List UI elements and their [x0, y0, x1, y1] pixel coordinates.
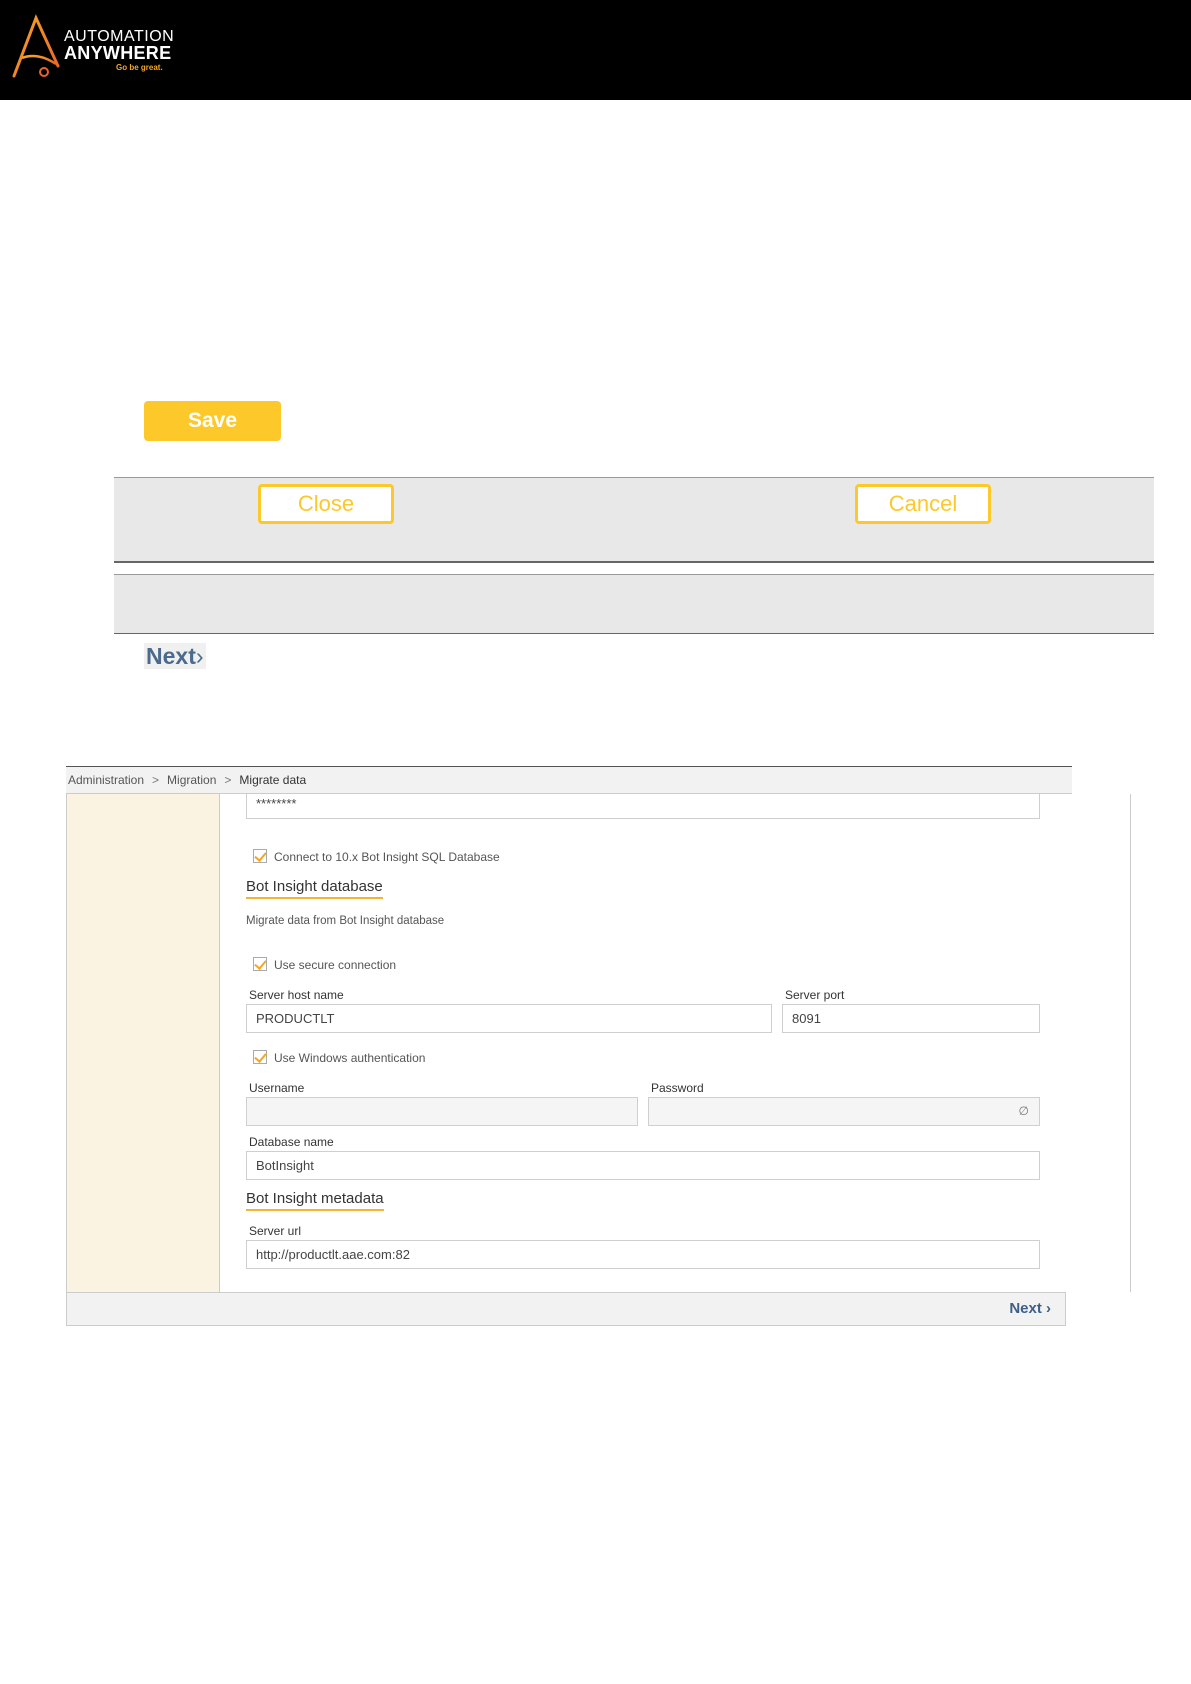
header-banner: AUTOMATION ANYWHERE Go be great. [0, 0, 1191, 100]
migrate-data-screenshot: Administration > Migration > Migrate data **… [66, 766, 1131, 1326]
chevron-right-icon: › [1046, 1300, 1051, 1317]
bot-insight-metadata-title: Bot Insight metadata [246, 1190, 384, 1211]
empty-gray-bar [114, 574, 1154, 634]
secure-connection-label: Use secure connection [274, 958, 397, 972]
secure-connection-checkbox[interactable] [253, 957, 267, 971]
footer-next-button[interactable]: Next › [1009, 1300, 1051, 1317]
breadcrumb-separator: > [224, 773, 232, 787]
windows-auth-checkbox[interactable] [253, 1050, 267, 1064]
breadcrumb: Administration > Migration > Migrate data [66, 766, 1072, 794]
brand-tagline: Go be great. [116, 63, 163, 72]
database-name-input[interactable]: BotInsight [246, 1151, 1040, 1180]
username-input[interactable] [246, 1097, 638, 1126]
breadcrumb-administration[interactable]: Administration [68, 773, 144, 787]
next-label: Next [146, 643, 196, 669]
wizard-footer: Next › [66, 1292, 1066, 1326]
form-content: ******** Connect to 10.x Bot Insight SQL… [220, 794, 1131, 1292]
hidden-eye-icon[interactable]: ∅ [1019, 1098, 1029, 1125]
automation-anywhere-logo: AUTOMATION ANYWHERE Go be great. [10, 14, 190, 80]
footer-next-label: Next [1009, 1300, 1042, 1317]
server-host-input[interactable]: PRODUCTLT [246, 1004, 772, 1033]
cancel-button[interactable]: Cancel [855, 484, 991, 524]
windows-auth-label: Use Windows authentication [274, 1051, 426, 1065]
username-label: Username [249, 1081, 305, 1095]
save-button[interactable]: Save [144, 401, 281, 441]
sidebar-panel [66, 794, 220, 1292]
breadcrumb-separator: > [152, 773, 160, 787]
breadcrumb-migrate-data: Migrate data [239, 773, 307, 787]
chevron-right-icon: › [195, 643, 204, 669]
password-field-top[interactable]: ******** [246, 794, 1040, 819]
server-url-input[interactable]: http://productlt.aae.com:82 [246, 1240, 1040, 1269]
server-host-label: Server host name [249, 988, 344, 1002]
brand-line2: ANYWHERE [64, 43, 172, 63]
database-name-label: Database name [249, 1135, 334, 1149]
password-label: Password [651, 1081, 704, 1095]
logo-a-mark-icon [12, 14, 60, 78]
next-button[interactable]: Next› [144, 643, 206, 669]
password-input[interactable]: ∅ [648, 1097, 1040, 1126]
connect-checkbox-label: Connect to 10.x Bot Insight SQL Database [274, 850, 500, 864]
bot-insight-database-description: Migrate data from Bot Insight database [246, 915, 445, 927]
server-port-input[interactable]: 8091 [782, 1004, 1040, 1033]
close-button[interactable]: Close [258, 484, 394, 524]
connect-checkbox[interactable] [253, 849, 267, 863]
breadcrumb-migration[interactable]: Migration [167, 773, 216, 787]
server-port-label: Server port [785, 988, 845, 1002]
server-url-label: Server url [249, 1224, 302, 1238]
bot-insight-database-title: Bot Insight database [246, 878, 383, 899]
